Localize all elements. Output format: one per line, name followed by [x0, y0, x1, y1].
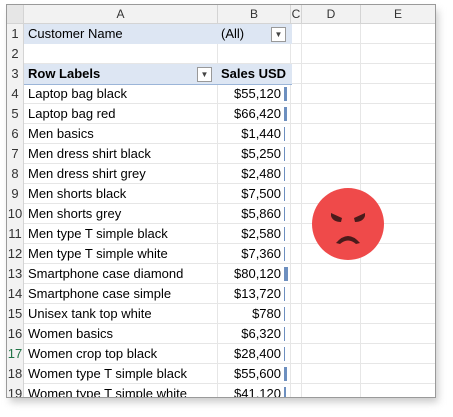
row-header-12[interactable]: 12	[7, 244, 24, 265]
data-bar	[284, 207, 285, 221]
pivot-row-value[interactable]: $13,720	[219, 284, 281, 304]
data-bar	[284, 227, 285, 241]
column-header-e[interactable]: E	[361, 5, 435, 23]
data-bar	[284, 147, 285, 161]
row-header-13[interactable]: 13	[7, 264, 24, 285]
pivot-row-value[interactable]: $66,420	[219, 104, 281, 124]
data-bar	[284, 327, 285, 341]
data-bar	[284, 367, 287, 381]
angry-face-icon	[312, 188, 384, 260]
select-all-corner[interactable]	[7, 5, 24, 23]
pivot-row-label[interactable]: Men shorts black	[28, 184, 214, 204]
pivot-row-value[interactable]: $2,580	[219, 224, 281, 244]
data-bar	[284, 347, 285, 361]
spreadsheet-frame: A B C D E 1 2 3 4 5 6 7 8 9 10 11 12 13 14 15 16 17 18 19 C…	[6, 4, 436, 398]
pivot-row-label[interactable]: Men shorts grey	[28, 204, 214, 224]
row-header-11[interactable]: 11	[7, 224, 24, 245]
column-headers: A B C D E	[7, 5, 435, 24]
pivot-row-value[interactable]: $41,120	[219, 384, 281, 397]
data-bar	[284, 287, 285, 301]
pivot-row-label[interactable]: Men basics	[28, 124, 214, 144]
row-header-7[interactable]: 7	[7, 144, 24, 165]
data-bar	[284, 107, 287, 121]
pivot-row-label[interactable]: Women crop top black	[28, 344, 214, 364]
row-labels-header: Row Labels	[28, 66, 101, 81]
pivot-row-label[interactable]: Laptop bag black	[28, 84, 214, 104]
row-header-5[interactable]: 5	[7, 104, 24, 125]
data-bar	[284, 127, 285, 141]
row-header-1[interactable]: 1	[7, 24, 24, 45]
column-header-d[interactable]: D	[302, 5, 361, 23]
row-header-15[interactable]: 15	[7, 304, 24, 325]
pivot-row-value[interactable]: $55,600	[219, 364, 281, 384]
column-header-a[interactable]: A	[24, 5, 218, 23]
pivot-row-value[interactable]: $7,360	[219, 244, 281, 264]
pivot-row-value[interactable]: $28,400	[219, 344, 281, 364]
filter-label: Customer Name	[28, 26, 123, 41]
pivot-row-label[interactable]: Women type T simple white	[28, 384, 214, 397]
row-header-2[interactable]: 2	[7, 44, 24, 65]
data-bar	[284, 307, 285, 321]
pivot-row-value[interactable]: $780	[219, 304, 281, 324]
pivot-row-label[interactable]: Unisex tank top white	[28, 304, 214, 324]
row-header-4[interactable]: 4	[7, 84, 24, 105]
pivot-row-value[interactable]: $80,120	[219, 264, 281, 284]
data-bar	[284, 187, 285, 201]
column-header-b[interactable]: B	[218, 5, 291, 23]
chevron-down-icon[interactable]: ▼	[197, 67, 212, 82]
pivot-row-value[interactable]: $7,500	[219, 184, 281, 204]
row-header-16[interactable]: 16	[7, 324, 24, 345]
pivot-row-value[interactable]: $5,250	[219, 144, 281, 164]
pivot-row-value[interactable]: $5,860	[219, 204, 281, 224]
pivot-row-label[interactable]: Men dress shirt black	[28, 144, 214, 164]
pivot-row-label[interactable]: Women type T simple black	[28, 364, 214, 384]
data-bar	[284, 87, 287, 101]
row-header-3[interactable]: 3	[7, 64, 24, 85]
pivot-row-value[interactable]: $6,320	[219, 324, 281, 344]
column-gridline	[301, 24, 302, 397]
row-header-6[interactable]: 6	[7, 124, 24, 145]
pivot-row-label[interactable]: Men dress shirt grey	[28, 164, 214, 184]
pivot-row-label[interactable]: Smartphone case simple	[28, 284, 214, 304]
row-header-8[interactable]: 8	[7, 164, 24, 185]
pivot-row-label[interactable]: Laptop bag red	[28, 104, 214, 124]
data-bar	[284, 247, 285, 261]
pivot-row-label[interactable]: Women basics	[28, 324, 214, 344]
data-bar	[284, 167, 285, 181]
pivot-row-label[interactable]: Men type T simple black	[28, 224, 214, 244]
chevron-down-icon[interactable]: ▼	[271, 27, 286, 42]
sales-usd-header: Sales USD	[221, 66, 287, 81]
row-header-9[interactable]: 9	[7, 184, 24, 205]
row-header-10[interactable]: 10	[7, 204, 24, 225]
filter-value[interactable]: (All)	[221, 24, 271, 44]
data-bar	[284, 267, 288, 281]
pivot-row-label[interactable]: Men type T simple white	[28, 244, 214, 264]
row-header-18[interactable]: 18	[7, 364, 24, 385]
pivot-row-label[interactable]: Smartphone case diamond	[28, 264, 214, 284]
row-header-19[interactable]: 19	[7, 384, 24, 397]
data-bar	[284, 387, 286, 397]
row-header-14[interactable]: 14	[7, 284, 24, 305]
pivot-row-value[interactable]: $2,480	[219, 164, 281, 184]
row-header-17[interactable]: 17	[7, 344, 24, 365]
pivot-row-value[interactable]: $1,440	[219, 124, 281, 144]
column-header-c[interactable]: C	[291, 5, 302, 23]
pivot-row-value[interactable]: $55,120	[219, 84, 281, 104]
